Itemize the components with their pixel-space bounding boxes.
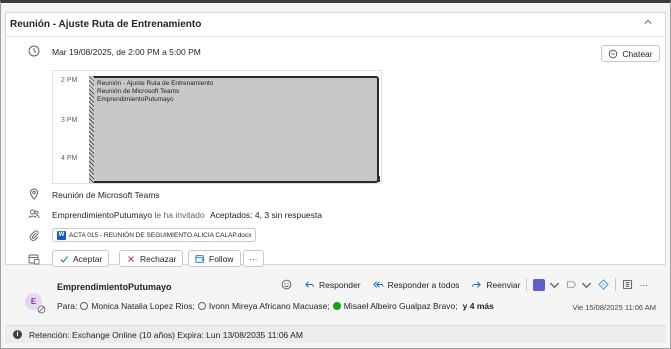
attachment-name: ACTA 015 - REUNIÓN DE SEGUIMIENTO ALICIA…: [69, 231, 252, 239]
emoji-reaction-button[interactable]: [281, 279, 292, 290]
presence-unknown-icon: [80, 302, 89, 310]
word-document-icon: W: [57, 230, 66, 240]
calendar-event-location: Reunión de Microsoft Teams: [97, 88, 180, 95]
reply-all-label: Responder a todos: [387, 279, 460, 290]
chevron-down-icon: [550, 282, 560, 289]
calendar-event-block[interactable]: Reunión - Ajuste Ruta de Entrenamiento R…: [89, 76, 379, 183]
copilot-button[interactable]: [598, 279, 610, 290]
accept-label: Aceptar: [73, 253, 103, 264]
tentative-stripes: [89, 76, 94, 183]
to-label: Para:: [57, 301, 78, 311]
reply-label: Responder: [319, 279, 361, 290]
resize-handle-icon: [374, 176, 380, 182]
more-response-options-button[interactable]: ···: [243, 250, 264, 267]
retention-text: Retención: Exchange Online (10 años) Exp…: [29, 330, 303, 340]
people-icon: [28, 208, 40, 220]
calendar-hour-label: 4 PM: [61, 155, 78, 162]
attachment-chip[interactable]: W ACTA 015 - REUNIÓN DE SEGUIMIENTO ALIC…: [52, 228, 257, 242]
categorize-button[interactable]: [566, 279, 592, 290]
chat-icon: [609, 49, 618, 58]
meeting-location: Reunión de Microsoft Teams: [52, 190, 160, 200]
acceptance-summary[interactable]: Aceptados: 4, 3 sin respuesta: [210, 210, 322, 220]
diamond-icon: [598, 279, 610, 290]
accept-button[interactable]: Aceptar: [52, 250, 110, 267]
reply-all-button[interactable]: Responder a todos: [372, 279, 460, 290]
forward-button[interactable]: Reenviar: [471, 279, 520, 290]
more-recipients-link[interactable]: y 4 más: [463, 301, 494, 311]
reply-button[interactable]: Responder: [304, 279, 361, 290]
retention-bar: i Retención: Exchange Online (10 años) E…: [5, 325, 666, 343]
checkmark-icon: [60, 255, 69, 263]
reply-icon: [305, 281, 315, 288]
teams-icon: [533, 278, 546, 291]
chevron-up-icon[interactable]: [641, 17, 655, 31]
recipients-line: Para: Monica Natalia Lopez Rios; Ivonn M…: [57, 301, 494, 311]
follow-calendar-icon: [195, 254, 205, 263]
recipient[interactable]: Misael Albeiro Gualpaz Bravo;: [344, 301, 458, 311]
calendar-hour-label: 3 PM: [61, 117, 78, 124]
divider: [6, 36, 665, 37]
calendar-response-icon: [28, 253, 40, 265]
chat-button-label: Chatear: [622, 48, 653, 59]
more-actions-button[interactable]: ···: [639, 280, 648, 290]
recipient[interactable]: Ivonn Mireya Africano Macuase;: [209, 301, 330, 311]
chevron-down-icon: [582, 282, 592, 289]
meeting-title: Reunión - Ajuste Ruta de Entrenamiento: [10, 19, 202, 30]
reply-all-icon: [372, 281, 384, 288]
follow-button[interactable]: Follow: [188, 250, 241, 267]
reading-pane: Reunión - Ajuste Ruta de Entrenamiento M…: [0, 0, 671, 349]
invitation-line: EmprendimientoPutumayo le ha invitado Ac…: [52, 210, 322, 220]
message-header: E EmprendimientoPutumayo Responder Respo…: [5, 271, 666, 325]
close-icon: [128, 255, 134, 262]
paperclip-icon: [28, 229, 40, 241]
toolbar-separator: [615, 278, 617, 291]
forward-label: Reenviar: [486, 279, 521, 290]
presence-available-icon: [332, 302, 341, 310]
invited-text: le ha invitado: [154, 210, 205, 220]
info-icon: i: [13, 330, 22, 339]
toolbar-separator: [526, 278, 528, 291]
location-pin-icon: [28, 188, 40, 200]
recipient[interactable]: Monica Natalia Lopez Rios;: [91, 301, 194, 311]
calendar-event-title: Reunión - Ajuste Ruta de Entrenamiento: [97, 80, 214, 87]
calendar-hour-label: 2 PM: [61, 77, 78, 84]
calendar-event-organizer: EmprendimientoPutumayo: [97, 96, 174, 103]
meeting-card: Reunión - Ajuste Ruta de Entrenamiento M…: [5, 12, 666, 267]
organizer-name[interactable]: EmprendimientoPutumayo: [52, 210, 152, 220]
follow-label: Follow: [209, 253, 234, 264]
more-options-icon: ···: [249, 253, 258, 264]
sender-name[interactable]: EmprendimientoPutumayo: [57, 282, 172, 292]
teams-share-button[interactable]: [533, 278, 560, 291]
immersive-reader-button[interactable]: [622, 279, 633, 290]
smiley-icon: [281, 279, 292, 290]
message-date: Vie 15/08/2025 11:06 AM: [572, 303, 656, 312]
forward-icon: [472, 281, 482, 288]
presence-unknown-icon: [197, 302, 206, 310]
decline-button[interactable]: Rechazar: [119, 250, 184, 267]
decline-label: Rechazar: [140, 253, 177, 264]
calendar-preview: 2 PM 3 PM 4 PM Reunión - Ajuste Ruta de …: [52, 70, 382, 184]
more-options-icon: ···: [639, 279, 648, 290]
clock-icon: [28, 45, 40, 57]
message-actions: Responder Responder a todos Reenviar ···: [281, 278, 648, 291]
chat-button[interactable]: Chatear: [601, 45, 660, 62]
grid-view-icon: [623, 279, 633, 290]
meeting-datetime: Mar 19/08/2025, de 2:00 PM a 5:00 PM: [52, 47, 201, 57]
tag-icon: [567, 281, 577, 288]
presence-unknown-icon: [37, 305, 46, 314]
